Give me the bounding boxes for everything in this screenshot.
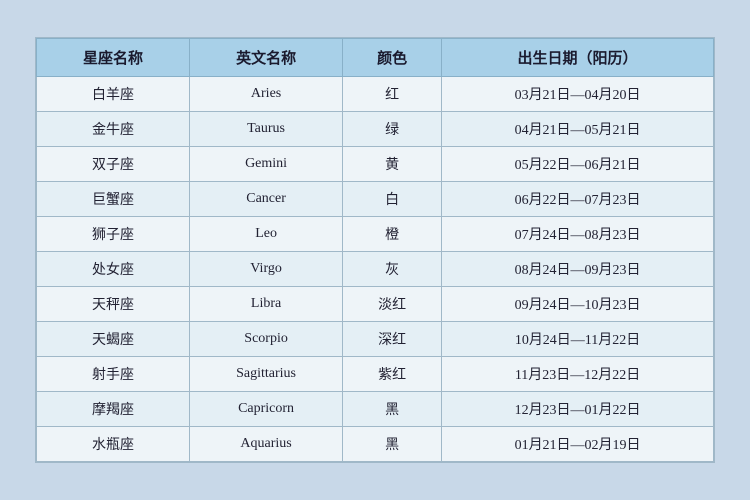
cell-row4-col1: Leo xyxy=(190,217,343,252)
cell-row0-col0: 白羊座 xyxy=(37,77,190,112)
cell-row7-col3: 10月24日—11月22日 xyxy=(442,322,714,357)
table-row: 天秤座Libra淡红09月24日—10月23日 xyxy=(37,287,714,322)
cell-row8-col2: 紫红 xyxy=(343,357,442,392)
cell-row7-col0: 天蝎座 xyxy=(37,322,190,357)
cell-row4-col3: 07月24日—08月23日 xyxy=(442,217,714,252)
table-row: 射手座Sagittarius紫红11月23日—12月22日 xyxy=(37,357,714,392)
cell-row10-col0: 水瓶座 xyxy=(37,427,190,462)
cell-row1-col2: 绿 xyxy=(343,112,442,147)
cell-row10-col1: Aquarius xyxy=(190,427,343,462)
cell-row4-col0: 狮子座 xyxy=(37,217,190,252)
zodiac-table: 星座名称英文名称颜色出生日期（阳历） 白羊座Aries红03月21日—04月20… xyxy=(36,38,714,462)
cell-row9-col1: Capricorn xyxy=(190,392,343,427)
table-row: 双子座Gemini黄05月22日—06月21日 xyxy=(37,147,714,182)
cell-row2-col1: Gemini xyxy=(190,147,343,182)
cell-row1-col1: Taurus xyxy=(190,112,343,147)
cell-row6-col1: Libra xyxy=(190,287,343,322)
table-row: 水瓶座Aquarius黑01月21日—02月19日 xyxy=(37,427,714,462)
cell-row5-col3: 08月24日—09月23日 xyxy=(442,252,714,287)
cell-row6-col0: 天秤座 xyxy=(37,287,190,322)
table-row: 金牛座Taurus绿04月21日—05月21日 xyxy=(37,112,714,147)
cell-row7-col1: Scorpio xyxy=(190,322,343,357)
cell-row1-col0: 金牛座 xyxy=(37,112,190,147)
cell-row10-col2: 黑 xyxy=(343,427,442,462)
header-col-0: 星座名称 xyxy=(37,39,190,77)
table-row: 白羊座Aries红03月21日—04月20日 xyxy=(37,77,714,112)
cell-row8-col3: 11月23日—12月22日 xyxy=(442,357,714,392)
cell-row9-col3: 12月23日—01月22日 xyxy=(442,392,714,427)
cell-row8-col1: Sagittarius xyxy=(190,357,343,392)
cell-row6-col2: 淡红 xyxy=(343,287,442,322)
cell-row3-col1: Cancer xyxy=(190,182,343,217)
cell-row1-col3: 04月21日—05月21日 xyxy=(442,112,714,147)
cell-row3-col0: 巨蟹座 xyxy=(37,182,190,217)
cell-row0-col2: 红 xyxy=(343,77,442,112)
zodiac-table-container: 星座名称英文名称颜色出生日期（阳历） 白羊座Aries红03月21日—04月20… xyxy=(35,37,715,463)
table-row: 处女座Virgo灰08月24日—09月23日 xyxy=(37,252,714,287)
table-row: 天蝎座Scorpio深红10月24日—11月22日 xyxy=(37,322,714,357)
cell-row5-col1: Virgo xyxy=(190,252,343,287)
cell-row4-col2: 橙 xyxy=(343,217,442,252)
table-row: 狮子座Leo橙07月24日—08月23日 xyxy=(37,217,714,252)
header-col-1: 英文名称 xyxy=(190,39,343,77)
cell-row5-col0: 处女座 xyxy=(37,252,190,287)
cell-row8-col0: 射手座 xyxy=(37,357,190,392)
cell-row9-col0: 摩羯座 xyxy=(37,392,190,427)
table-body: 白羊座Aries红03月21日—04月20日金牛座Taurus绿04月21日—0… xyxy=(37,77,714,462)
cell-row7-col2: 深红 xyxy=(343,322,442,357)
cell-row2-col3: 05月22日—06月21日 xyxy=(442,147,714,182)
cell-row6-col3: 09月24日—10月23日 xyxy=(442,287,714,322)
header-col-3: 出生日期（阳历） xyxy=(442,39,714,77)
cell-row2-col0: 双子座 xyxy=(37,147,190,182)
cell-row3-col2: 白 xyxy=(343,182,442,217)
cell-row9-col2: 黑 xyxy=(343,392,442,427)
cell-row0-col1: Aries xyxy=(190,77,343,112)
cell-row10-col3: 01月21日—02月19日 xyxy=(442,427,714,462)
cell-row5-col2: 灰 xyxy=(343,252,442,287)
header-col-2: 颜色 xyxy=(343,39,442,77)
table-row: 摩羯座Capricorn黑12月23日—01月22日 xyxy=(37,392,714,427)
table-header-row: 星座名称英文名称颜色出生日期（阳历） xyxy=(37,39,714,77)
cell-row3-col3: 06月22日—07月23日 xyxy=(442,182,714,217)
cell-row0-col3: 03月21日—04月20日 xyxy=(442,77,714,112)
table-row: 巨蟹座Cancer白06月22日—07月23日 xyxy=(37,182,714,217)
cell-row2-col2: 黄 xyxy=(343,147,442,182)
